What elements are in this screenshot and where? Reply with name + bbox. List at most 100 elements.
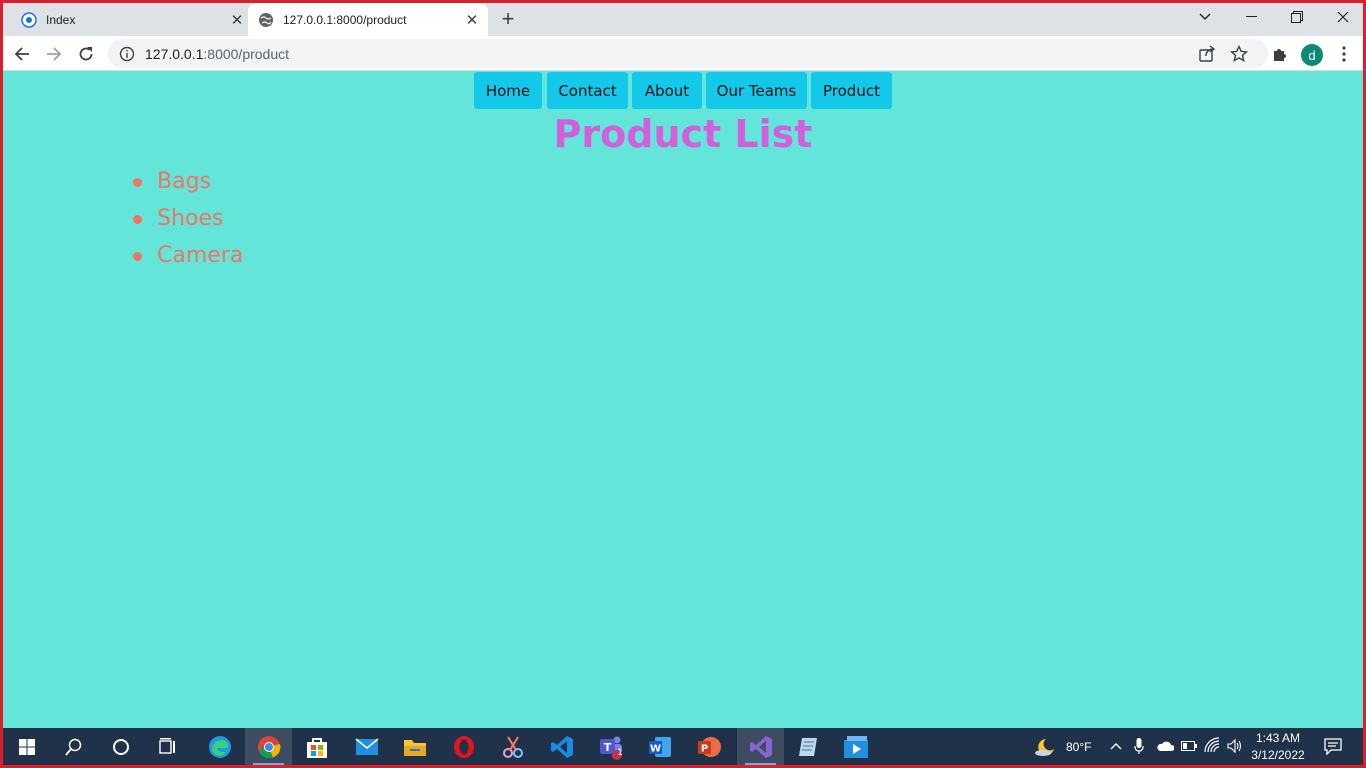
visual-studio-icon: [749, 735, 772, 758]
list-item: Camera: [128, 241, 243, 278]
store-button[interactable]: [293, 728, 340, 765]
url-host: 127.0.0.1: [145, 45, 204, 62]
bullet: [133, 252, 142, 261]
task-view-icon: [158, 737, 175, 754]
teams-button[interactable]: T 1: [587, 728, 634, 765]
restore-icon: [1291, 11, 1303, 23]
svg-text:W: W: [649, 743, 660, 754]
svg-text:P: P: [700, 743, 707, 754]
active-indicator: [253, 763, 284, 765]
bookmark-star-icon[interactable]: [1230, 45, 1248, 63]
puzzle-icon: [1274, 49, 1286, 61]
bullet: [133, 215, 142, 224]
close-tab-icon[interactable]: ✕: [462, 10, 482, 30]
url-path: :8000/product: [203, 45, 290, 62]
reload-icon: [79, 47, 93, 61]
nav-about[interactable]: About: [632, 72, 702, 109]
start-button[interactable]: [3, 728, 50, 765]
address-bar[interactable]: 127.0.0.1:8000/product: [108, 39, 1268, 68]
volume-icon[interactable]: [1227, 739, 1243, 753]
globe-icon: [259, 12, 273, 27]
clock[interactable]: 1:43 AM 3/12/2022: [1243, 730, 1313, 764]
store-icon: [306, 737, 327, 758]
nav-our-teams[interactable]: Our Teams: [706, 72, 807, 109]
new-tab-button[interactable]: +: [496, 6, 520, 31]
reload-button[interactable]: [72, 40, 100, 68]
menu-button[interactable]: [1330, 40, 1358, 68]
share-icon[interactable]: [1198, 45, 1216, 63]
back-arrow-icon: [14, 47, 29, 61]
product-list: Bags Shoes Camera: [128, 167, 243, 278]
tab-index[interactable]: Index ✕: [11, 3, 247, 36]
edge-button[interactable]: [196, 728, 243, 765]
minimize-icon: [1245, 16, 1257, 17]
close-tab-icon[interactable]: ✕: [227, 10, 247, 30]
cortana-button[interactable]: [97, 728, 144, 765]
microphone-icon[interactable]: [1134, 738, 1144, 755]
search-icon: [64, 738, 81, 756]
minimize-button[interactable]: [1228, 3, 1274, 31]
back-button[interactable]: [8, 40, 36, 68]
word-button[interactable]: W: [636, 728, 683, 765]
tab-strip: Index ✕ 127.0.0.1:8000/product ✕ +: [3, 3, 1363, 36]
vscode-icon: [550, 735, 573, 758]
svg-text:T: T: [603, 741, 611, 754]
nav-home[interactable]: Home: [474, 72, 542, 109]
vscode-button[interactable]: [538, 728, 585, 765]
list-item: Shoes: [128, 204, 243, 241]
weather-temp[interactable]: 80°F: [1066, 740, 1091, 754]
mail-button[interactable]: [343, 728, 390, 765]
word-icon: W: [648, 736, 671, 757]
chevron-down-icon: [1199, 13, 1211, 20]
chrome-icon: [257, 735, 280, 758]
tab-search-button[interactable]: [1182, 3, 1228, 31]
chevron-up-icon[interactable]: [1110, 742, 1122, 750]
nav-contact[interactable]: Contact: [547, 72, 628, 109]
nav-product[interactable]: Product: [811, 72, 892, 109]
tab-title: Index: [46, 12, 76, 27]
visual-studio-button[interactable]: [737, 728, 784, 765]
battery-icon[interactable]: [1181, 741, 1197, 751]
page-content: Home Contact About Our Teams Product Pro…: [3, 71, 1363, 728]
url-text: 127.0.0.1:8000/product: [145, 46, 289, 62]
tab-title: 127.0.0.1:8000/product: [283, 12, 407, 27]
snip-button[interactable]: [489, 728, 536, 765]
start-icon: [18, 738, 35, 755]
restore-button[interactable]: [1274, 3, 1320, 31]
onedrive-icon[interactable]: [1156, 740, 1174, 752]
edge-icon: [208, 735, 231, 758]
browser-window: Index ✕ 127.0.0.1:8000/product ✕ + 127.0…: [3, 3, 1363, 765]
app-icon: [21, 11, 37, 28]
task-view-button[interactable]: [144, 728, 191, 765]
clock-time: 1:43 AM: [1255, 731, 1301, 745]
site-info-icon[interactable]: [119, 46, 135, 62]
close-window-button[interactable]: [1320, 3, 1363, 31]
powerpoint-icon: P: [697, 736, 721, 757]
notepad-button[interactable]: [784, 728, 831, 765]
opera-button[interactable]: [440, 728, 487, 765]
opera-icon: [453, 735, 474, 758]
forward-arrow-icon: [47, 47, 62, 61]
notepad-icon: [798, 737, 817, 756]
extensions-button[interactable]: [1266, 40, 1294, 68]
active-indicator: [745, 763, 776, 765]
powerpoint-button[interactable]: P: [685, 728, 732, 765]
forward-button[interactable]: [40, 40, 68, 68]
notification-center-icon[interactable]: [1324, 738, 1342, 755]
chrome-button[interactable]: [245, 728, 292, 765]
product-name: Bags: [157, 169, 212, 194]
file-explorer-button[interactable]: [391, 728, 438, 765]
weather-icon[interactable]: [1034, 737, 1056, 757]
close-icon: [1337, 11, 1349, 23]
nav-bar: Home Contact About Our Teams Product: [3, 71, 1363, 109]
bullet: [133, 178, 142, 187]
video-editor-button[interactable]: [832, 728, 879, 765]
teams-badge: 1: [617, 748, 623, 758]
tab-product[interactable]: 127.0.0.1:8000/product ✕: [248, 3, 488, 36]
list-item: Bags: [128, 167, 243, 204]
kebab-menu-icon: [1342, 46, 1346, 62]
search-button[interactable]: [50, 728, 97, 765]
wifi-icon[interactable]: [1204, 737, 1220, 753]
profile-avatar[interactable]: d: [1301, 44, 1323, 66]
product-name: Shoes: [157, 206, 224, 231]
